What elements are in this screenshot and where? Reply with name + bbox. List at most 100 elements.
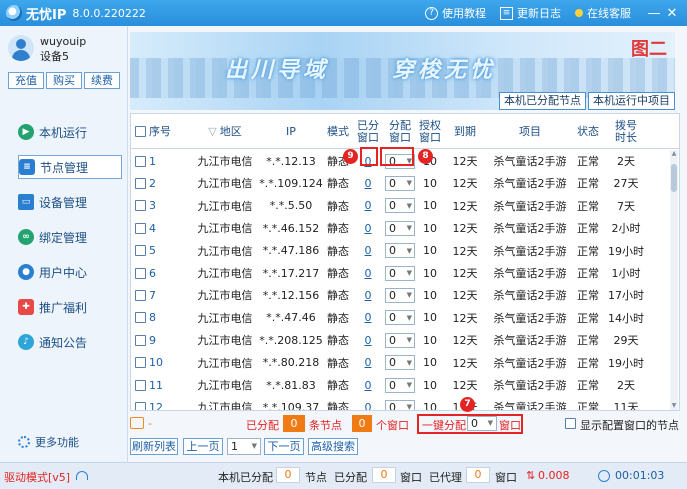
table-row[interactable]: 8 九江市电信 *.*.47.46 静态 0 0 ▼ 10 12天 杀气童话2手游 正常 14小时 — [131, 307, 671, 329]
advanced-search-button[interactable]: 高级搜索 — [308, 438, 358, 455]
row-checkbox[interactable] — [135, 334, 146, 346]
assign-window-select[interactable]: 0 ▼ — [385, 310, 415, 326]
table-scrollbar[interactable]: ▲ ▼ — [670, 150, 678, 410]
changelog-button[interactable]: ≡ 更新日志 — [500, 5, 561, 21]
sidebar-item-user-center[interactable]: ● 用户中心 — [18, 260, 122, 284]
close-button[interactable]: ✕ — [663, 6, 681, 21]
sidebar-item-bind-mgmt[interactable]: ∞ 绑定管理 — [18, 225, 122, 249]
cell-allocated[interactable]: 0 — [353, 172, 383, 194]
sidebar: wuyouip 设备5 充值 购买 续费 ▶ 本机运行 ≡ 节点管理 ▭ 设备管… — [0, 26, 128, 462]
cell-assign[interactable]: 0 ▼ — [383, 195, 417, 217]
show-configured-checkbox[interactable] — [565, 418, 576, 429]
support-button[interactable]: 在线客服 — [575, 5, 631, 21]
sidebar-item-promo[interactable]: ✚ 推广福利 — [18, 295, 122, 319]
row-checkbox[interactable] — [135, 379, 146, 391]
more-functions-button[interactable]: 更多功能 — [18, 434, 79, 450]
assign-window-select[interactable]: 0 ▼ — [385, 220, 415, 236]
assign-window-select[interactable]: 0 ▼ — [385, 175, 415, 191]
allocated-windows-link[interactable]: 0 — [365, 334, 372, 347]
table-row[interactable]: 5 九江市电信 *.*.47.186 静态 0 0 ▼ 10 12天 杀气童话2手游 正常 19小时 — [131, 240, 671, 262]
assign-window-select[interactable]: 0 ▼ — [385, 243, 415, 259]
cell-assign[interactable]: 0 ▼ — [383, 329, 417, 351]
cell-assign[interactable]: 0 ▼ — [383, 284, 417, 306]
page-select[interactable]: 1 ▼ — [227, 438, 261, 455]
assign-window-select[interactable]: 0 ▼ — [385, 377, 415, 393]
row-checkbox[interactable] — [135, 200, 146, 212]
next-page-button[interactable]: 下一页 — [264, 438, 304, 455]
tab-assigned-nodes[interactable]: 本机已分配节点 — [499, 92, 586, 110]
tutorial-button[interactable]: ? 使用教程 — [425, 5, 486, 21]
cell-assign[interactable]: 0 ▼ — [383, 217, 417, 239]
cell-allocated[interactable]: 0 — [353, 217, 383, 239]
avatar[interactable] — [8, 35, 34, 61]
device-name: 设备5 — [40, 50, 69, 63]
cell-allocated[interactable]: 0 — [353, 284, 383, 306]
assign-window-select[interactable]: 0 ▼ — [385, 355, 415, 371]
cell-assign[interactable]: 0 ▼ — [383, 396, 417, 410]
allocated-windows-link[interactable]: 0 — [365, 199, 372, 212]
cell-assign[interactable]: 0 ▼ — [383, 172, 417, 194]
cell-allocated[interactable]: 0 — [353, 307, 383, 329]
row-checkbox[interactable] — [135, 177, 146, 189]
row-checkbox[interactable] — [135, 222, 146, 234]
renew-button[interactable]: 续费 — [84, 72, 120, 89]
prev-page-button[interactable]: 上一页 — [183, 438, 223, 455]
row-checkbox[interactable] — [135, 357, 146, 369]
cell-mode: 静态 — [327, 334, 349, 348]
cell-assign[interactable]: 0 ▼ — [383, 307, 417, 329]
allocated-windows-link[interactable]: 0 — [365, 401, 372, 410]
allocated-windows-link[interactable]: 0 — [365, 177, 372, 190]
row-checkbox[interactable] — [135, 401, 146, 410]
cell-assign[interactable]: 0 ▼ — [383, 240, 417, 262]
cell-allocated[interactable]: 0 — [353, 374, 383, 396]
tab-running-projects[interactable]: 本机运行中项目 — [588, 92, 675, 110]
allocated-windows-link[interactable]: 0 — [365, 379, 372, 392]
sidebar-item-device-mgmt[interactable]: ▭ 设备管理 — [18, 190, 122, 214]
allocated-windows-link[interactable]: 0 — [365, 311, 372, 324]
assign-window-select[interactable]: 0 ▼ — [385, 332, 415, 348]
row-checkbox[interactable] — [135, 289, 146, 301]
row-checkbox[interactable] — [135, 155, 146, 167]
cell-assign[interactable]: 0 ▼ — [383, 262, 417, 284]
row-checkbox[interactable] — [135, 312, 146, 324]
assign-window-select[interactable]: 0 ▼ — [385, 265, 415, 281]
select-all-checkbox[interactable] — [135, 126, 146, 137]
allocated-windows-link[interactable]: 0 — [365, 356, 372, 369]
cell-assign[interactable]: 0 ▼ — [383, 374, 417, 396]
buy-button[interactable]: 购买 — [46, 72, 82, 89]
assign-window-select[interactable]: 0 ▼ — [385, 399, 415, 410]
refresh-list-button[interactable]: 刷新列表 — [130, 438, 178, 455]
cell-allocated[interactable]: 0 — [353, 329, 383, 351]
header-region[interactable]: ▽ 地区 — [189, 114, 261, 149]
allocated-windows-link[interactable]: 0 — [365, 244, 372, 257]
minimize-button[interactable]: — — [645, 6, 663, 21]
cell-assign[interactable]: 0 ▼ — [383, 352, 417, 374]
cell-allocated[interactable]: 0 — [353, 240, 383, 262]
row-checkbox[interactable] — [135, 267, 146, 279]
table-row[interactable]: 9 九江市电信 *.*.208.125 静态 0 0 ▼ 10 12天 杀气童话2手游 正常 29天 — [131, 329, 671, 351]
table-row[interactable]: 12九江市电信*.*.109.37静态00▼1011天杀气童话2手游正常11天 — [131, 396, 671, 410]
table-row[interactable]: 6 九江市电信 *.*.17.217 静态 0 0 ▼ 10 12天 杀气童话2手游 正常 1小时 — [131, 262, 671, 284]
table-row[interactable]: 4 九江市电信 *.*.46.152 静态 0 0 ▼ 10 12天 杀气童话2手游 正常 2小时 — [131, 217, 671, 239]
cell-allocated[interactable]: 0 — [353, 262, 383, 284]
cell-allocated[interactable]: 0 — [353, 396, 383, 410]
table-row[interactable]: 7 九江市电信 *.*.12.156 静态 0 0 ▼ 10 12天 杀气童话2手游 正常 17小时 — [131, 284, 671, 306]
assign-window-select[interactable]: 0 ▼ — [385, 198, 415, 214]
sidebar-item-node-mgmt[interactable]: ≡ 节点管理 — [18, 155, 122, 179]
table-row[interactable]: 11 九江市电信 *.*.81.83 静态 0 0 ▼ 10 12天 杀气童话2手游 正常 2天 — [131, 374, 671, 396]
sidebar-item-notice[interactable]: ♪ 通知公告 — [18, 330, 122, 354]
allocated-windows-link[interactable]: 0 — [365, 267, 372, 280]
row-checkbox[interactable] — [135, 245, 146, 257]
cell-project: 杀气童话2手游 — [493, 155, 567, 168]
table-row[interactable]: 3 九江市电信 *.*.5.50 静态 0 0 ▼ 10 12天 杀气童话2手游 正常 7天 — [131, 195, 671, 217]
table-row[interactable]: 10 九江市电信 *.*.80.218 静态 0 0 ▼ 10 12天 杀气童话2手游 正常 19小时 — [131, 352, 671, 374]
table-row[interactable]: 2 九江市电信 *.*.109.124 静态 0 0 ▼ 10 12天 杀气童话2手游 正常 27天 — [131, 172, 671, 194]
sidebar-item-local-run[interactable]: ▶ 本机运行 — [18, 120, 122, 144]
cell-allocated[interactable]: 0 — [353, 352, 383, 374]
recharge-button[interactable]: 充值 — [8, 72, 44, 89]
assign-window-select[interactable]: 0 ▼ — [385, 287, 415, 303]
cell-ip: *.*.47.46 — [266, 311, 316, 325]
allocated-windows-link[interactable]: 0 — [365, 289, 372, 302]
cell-allocated[interactable]: 0 — [353, 195, 383, 217]
allocated-windows-link[interactable]: 0 — [365, 222, 372, 235]
